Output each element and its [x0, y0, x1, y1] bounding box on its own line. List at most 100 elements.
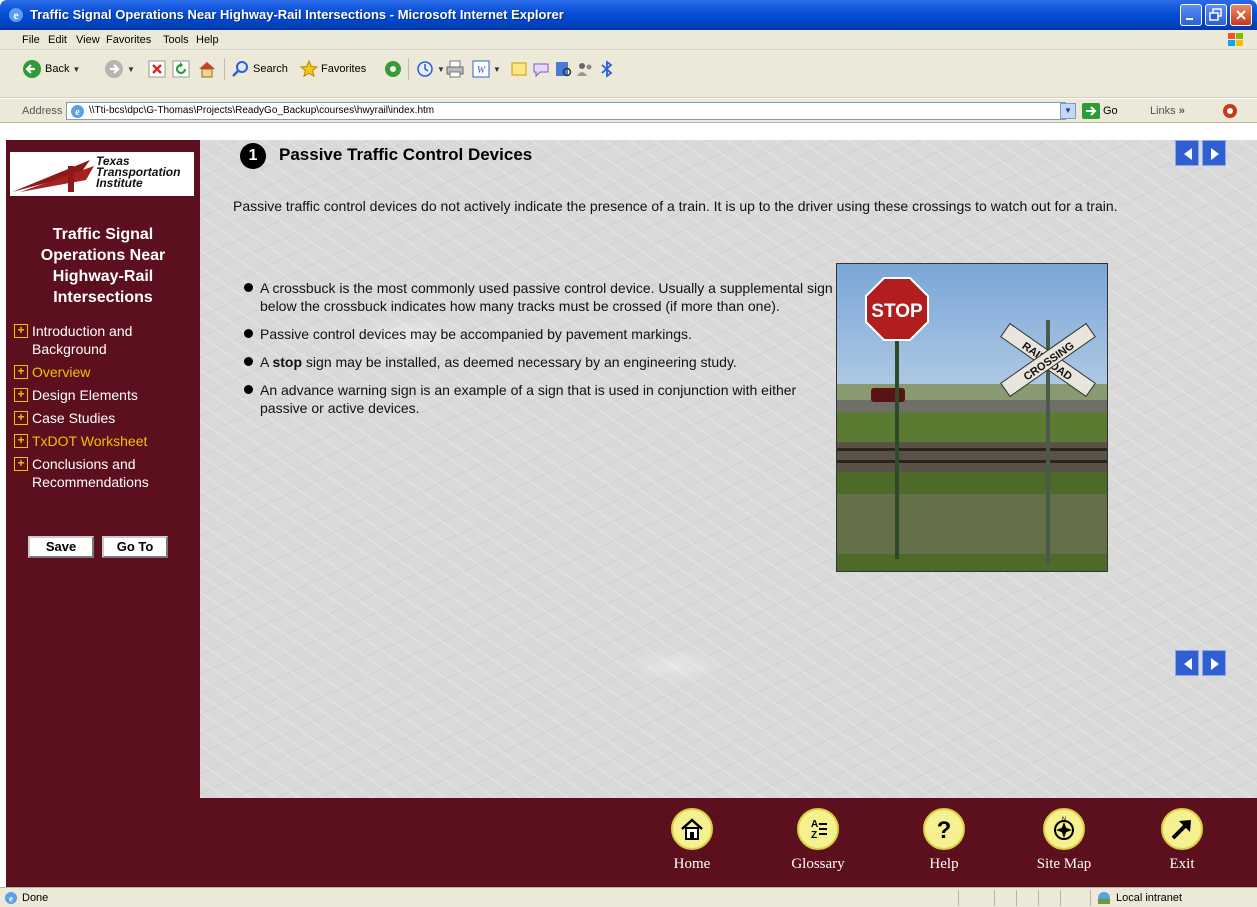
menu-edit[interactable]: Edit [48, 34, 67, 46]
forward-dropdown-icon[interactable]: ▼ [127, 65, 135, 74]
links-toolbar[interactable]: Links » [1150, 105, 1185, 117]
home-label: Home [673, 856, 711, 872]
nav-item-overview[interactable]: + Overview [12, 363, 198, 381]
next-page-button[interactable] [1202, 140, 1226, 166]
list-item: An advance warning sign is an example of… [244, 381, 834, 417]
maximize-button[interactable] [1205, 4, 1227, 26]
expand-plus-icon[interactable]: + [14, 324, 28, 338]
menu-view[interactable]: View [76, 34, 100, 46]
discuss-button[interactable] [510, 58, 528, 80]
expand-plus-icon[interactable]: + [14, 457, 28, 471]
expand-plus-icon[interactable]: + [14, 365, 28, 379]
stop-button[interactable] [148, 58, 166, 80]
nav-item-label: TxDOT Worksheet [32, 433, 148, 449]
menu-file[interactable]: File [22, 34, 40, 46]
home-house-icon [671, 808, 713, 850]
search-button[interactable]: Search [232, 58, 288, 80]
forward-button[interactable]: ▼ [104, 58, 135, 80]
bullet-list: A crossbuck is the most commonly used pa… [244, 279, 834, 427]
research-book-icon [556, 62, 572, 77]
messenger-button[interactable] [532, 58, 550, 80]
window-titlebar[interactable]: e Traffic Signal Operations Near Highway… [0, 0, 1257, 30]
edit-dropdown-icon[interactable]: ▼ [493, 65, 501, 74]
page-nav-top [1175, 140, 1226, 166]
exit-button[interactable]: Exit [1142, 808, 1222, 873]
back-arrow-icon [23, 60, 41, 78]
go-arrow-icon [1082, 103, 1100, 119]
expand-plus-icon[interactable]: + [14, 411, 28, 425]
nav-item-case-studies[interactable]: + Case Studies [12, 409, 198, 427]
help-button[interactable]: ? Help [904, 808, 984, 873]
address-dropdown-button[interactable]: ▼ [1060, 103, 1076, 119]
favorites-button[interactable]: Favorites [300, 58, 366, 80]
security-zone-text: Local intranet [1116, 892, 1183, 904]
help-label: Help [929, 856, 959, 872]
back-button[interactable]: Back ▼ [22, 58, 80, 80]
nav-item-design-elements[interactable]: + Design Elements [12, 386, 198, 404]
nav-item-label: Overview [32, 364, 91, 380]
refresh-button[interactable] [172, 58, 190, 80]
nav-item-label: Introduction and Background [32, 323, 133, 357]
nav-item-label: Case Studies [32, 410, 116, 426]
toolbar-separator [408, 58, 409, 80]
svg-text:Z: Z [811, 830, 817, 841]
media-button[interactable] [384, 58, 402, 80]
nav-item-label: Design Elements [32, 387, 138, 403]
nav-item-conclusions[interactable]: + Conclusions and Recommendations [12, 455, 198, 491]
people-icon [577, 63, 592, 76]
home-button[interactable]: Home [652, 808, 732, 873]
expand-plus-icon[interactable]: + [14, 388, 28, 402]
arrow-left-icon [1184, 148, 1192, 160]
list-item: A crossbuck is the most commonly used pa… [244, 279, 834, 315]
site-map-button[interactable]: N Site Map [1024, 808, 1104, 873]
intro-paragraph: Passive traffic control devices do not a… [233, 198, 1118, 214]
translate-addon-icon[interactable] [1222, 103, 1238, 119]
print-icon [446, 60, 464, 78]
goto-button[interactable]: Go To [102, 536, 168, 558]
nav-item-txdot-worksheet[interactable]: + TxDOT Worksheet [12, 432, 198, 450]
restore-icon [1209, 8, 1222, 21]
page-done-icon: e [5, 892, 17, 904]
address-bar: Address e \\Tti-bcs\dpc\G-Thomas\Project… [0, 99, 1257, 123]
close-icon [1236, 10, 1246, 20]
edit-button[interactable]: W ▼ [472, 58, 501, 80]
menu-tools[interactable]: Tools [163, 34, 189, 46]
expand-plus-icon[interactable]: + [14, 434, 28, 448]
status-separator [1060, 890, 1061, 906]
home-toolbar-button[interactable] [197, 58, 217, 80]
history-button[interactable]: ▼ [416, 58, 445, 80]
toolbar-separator [224, 58, 225, 80]
previous-page-button[interactable] [1175, 140, 1199, 166]
address-input[interactable]: e \\Tti-bcs\dpc\G-Thomas\Projects\ReadyG… [66, 102, 1066, 120]
back-dropdown-icon[interactable]: ▼ [72, 65, 80, 74]
menu-favorites[interactable]: Favorites [106, 34, 151, 46]
ie-icon: e [9, 8, 23, 22]
stop-icon [148, 60, 166, 78]
go-button[interactable]: Go [1082, 103, 1118, 119]
history-dropdown-icon[interactable]: ▼ [437, 65, 445, 74]
svg-text:?: ? [937, 817, 952, 842]
status-separator [1038, 890, 1039, 906]
print-button[interactable] [446, 58, 464, 80]
save-button[interactable]: Save [28, 536, 94, 558]
arrow-right-icon [1211, 658, 1219, 670]
stop-sign-text: STOP [871, 301, 923, 322]
tools-button-2[interactable] [598, 58, 616, 80]
exit-label: Exit [1169, 856, 1195, 872]
page-nav-bottom [1175, 650, 1226, 676]
tools-button-1[interactable] [576, 58, 594, 80]
course-nav: + Introduction and Background + Overview +… [12, 322, 198, 496]
messenger-icon [533, 63, 549, 78]
menu-help[interactable]: Help [196, 34, 219, 46]
search-icon [232, 61, 248, 77]
next-page-button[interactable] [1202, 650, 1226, 676]
favorites-label: Favorites [321, 63, 367, 75]
research-button[interactable] [554, 58, 572, 80]
glossary-button[interactable]: AZ Glossary [778, 808, 858, 873]
nav-item-introduction[interactable]: + Introduction and Background [12, 322, 198, 358]
minimize-icon [1186, 18, 1193, 20]
close-button[interactable] [1230, 4, 1252, 26]
crossing-photo: STOP RAILROAD CROSSING [836, 263, 1108, 572]
minimize-button[interactable] [1180, 4, 1202, 26]
previous-page-button[interactable] [1175, 650, 1199, 676]
